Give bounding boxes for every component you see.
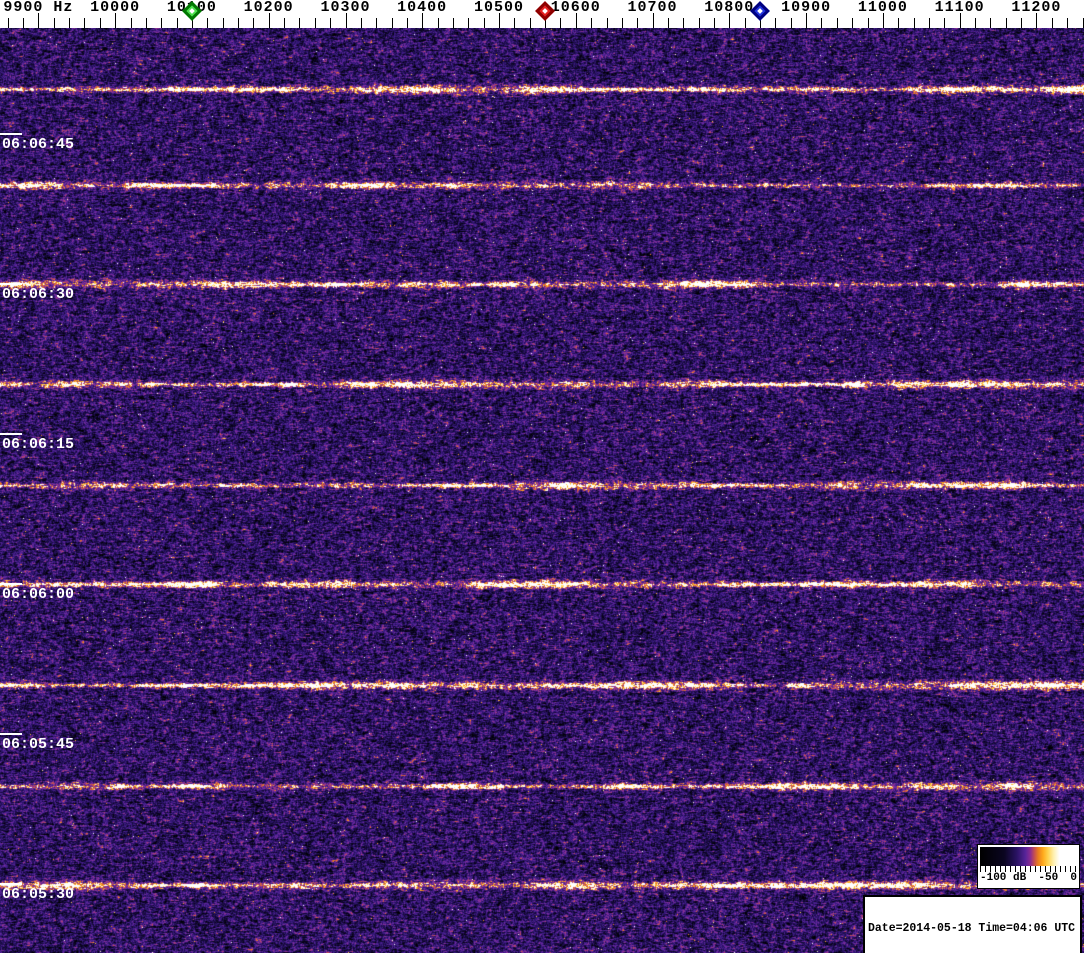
ruler-tick (99, 18, 101, 28)
info-box: Date=2014-05-18 Time=04:06 UTC Freq=143 … (863, 895, 1082, 953)
ruler-tick (130, 18, 132, 28)
ruler-tick (1051, 18, 1053, 28)
ruler-tick (23, 18, 24, 28)
ruler-tick (514, 18, 516, 28)
frequency-ruler: 9900 Hz100001010010200103001040010500106… (0, 0, 1084, 28)
ruler-tick (744, 18, 746, 28)
ruler-tick (84, 18, 86, 28)
ruler-tick (452, 18, 454, 28)
colorbar-label-max: 0 (1070, 872, 1077, 884)
ruler-tick (7, 18, 9, 28)
ruler-tick (1082, 18, 1084, 28)
colorbar-label-min: -100 dB (980, 872, 1027, 884)
info-line-date: Date=2014-05-18 Time=04:06 UTC (868, 922, 1076, 935)
ruler-tick (990, 18, 992, 28)
ruler-tick (775, 18, 777, 28)
ruler-tick (69, 18, 71, 28)
ruler-tick (145, 18, 147, 28)
freq-label: 11200 (1011, 0, 1062, 16)
ruler-tick (330, 18, 332, 28)
ruler-tick (913, 18, 915, 28)
ruler-tick (529, 18, 531, 28)
ruler-tick (683, 18, 685, 28)
ruler-tick (299, 18, 301, 28)
ruler-tick (253, 18, 255, 28)
ruler-tick (714, 18, 715, 28)
ruler-tick (314, 18, 316, 28)
colorbar-label-mid: -50 (1038, 872, 1059, 884)
colorbar-labels: -100 dB -50 0 (978, 872, 1079, 885)
ruler-tick (222, 18, 224, 28)
ruler-tick (698, 18, 700, 28)
ruler-tick (637, 18, 639, 28)
ruler-tick (852, 18, 854, 28)
ruler-tick (867, 18, 869, 28)
ruler-tick (176, 18, 178, 28)
ruler-tick (53, 18, 55, 28)
ruler-tick (606, 18, 608, 28)
ruler-tick (437, 18, 439, 28)
marker-center-dot (189, 8, 195, 14)
ruler-tick (483, 18, 485, 28)
ruler-tick (406, 18, 408, 28)
ruler-tick (591, 18, 593, 28)
ruler-tick (161, 18, 163, 28)
ruler-tick (468, 18, 470, 28)
ruler-tick (667, 18, 669, 28)
spectrogram-canvas (0, 28, 1084, 953)
colorbar-gradient (980, 847, 1077, 866)
colorbar-panel: -100 dB -50 0 (977, 844, 1080, 889)
ruler-tick (928, 18, 930, 28)
ruler-tick (898, 18, 900, 28)
spectrogram-window: 9900 Hz100001010010200103001040010500106… (0, 0, 1084, 953)
ruler-tick (207, 18, 209, 28)
ruler-tick (376, 18, 378, 28)
ruler-tick (1005, 18, 1007, 28)
ruler-tick (1021, 18, 1022, 28)
ruler-tick (1067, 18, 1069, 28)
ruler-tick (944, 18, 946, 28)
ruler-tick (360, 18, 362, 28)
ruler-tick (836, 18, 838, 28)
ruler-tick (821, 18, 823, 28)
ruler-tick (284, 18, 286, 28)
ruler-tick (560, 18, 562, 28)
ruler-tick (238, 18, 239, 28)
ruler-tick (391, 18, 393, 28)
ruler-tick (621, 18, 623, 28)
marker-center-dot (757, 8, 763, 14)
marker-center-dot (542, 8, 548, 14)
ruler-tick (975, 18, 976, 28)
ruler-tick (790, 18, 792, 28)
